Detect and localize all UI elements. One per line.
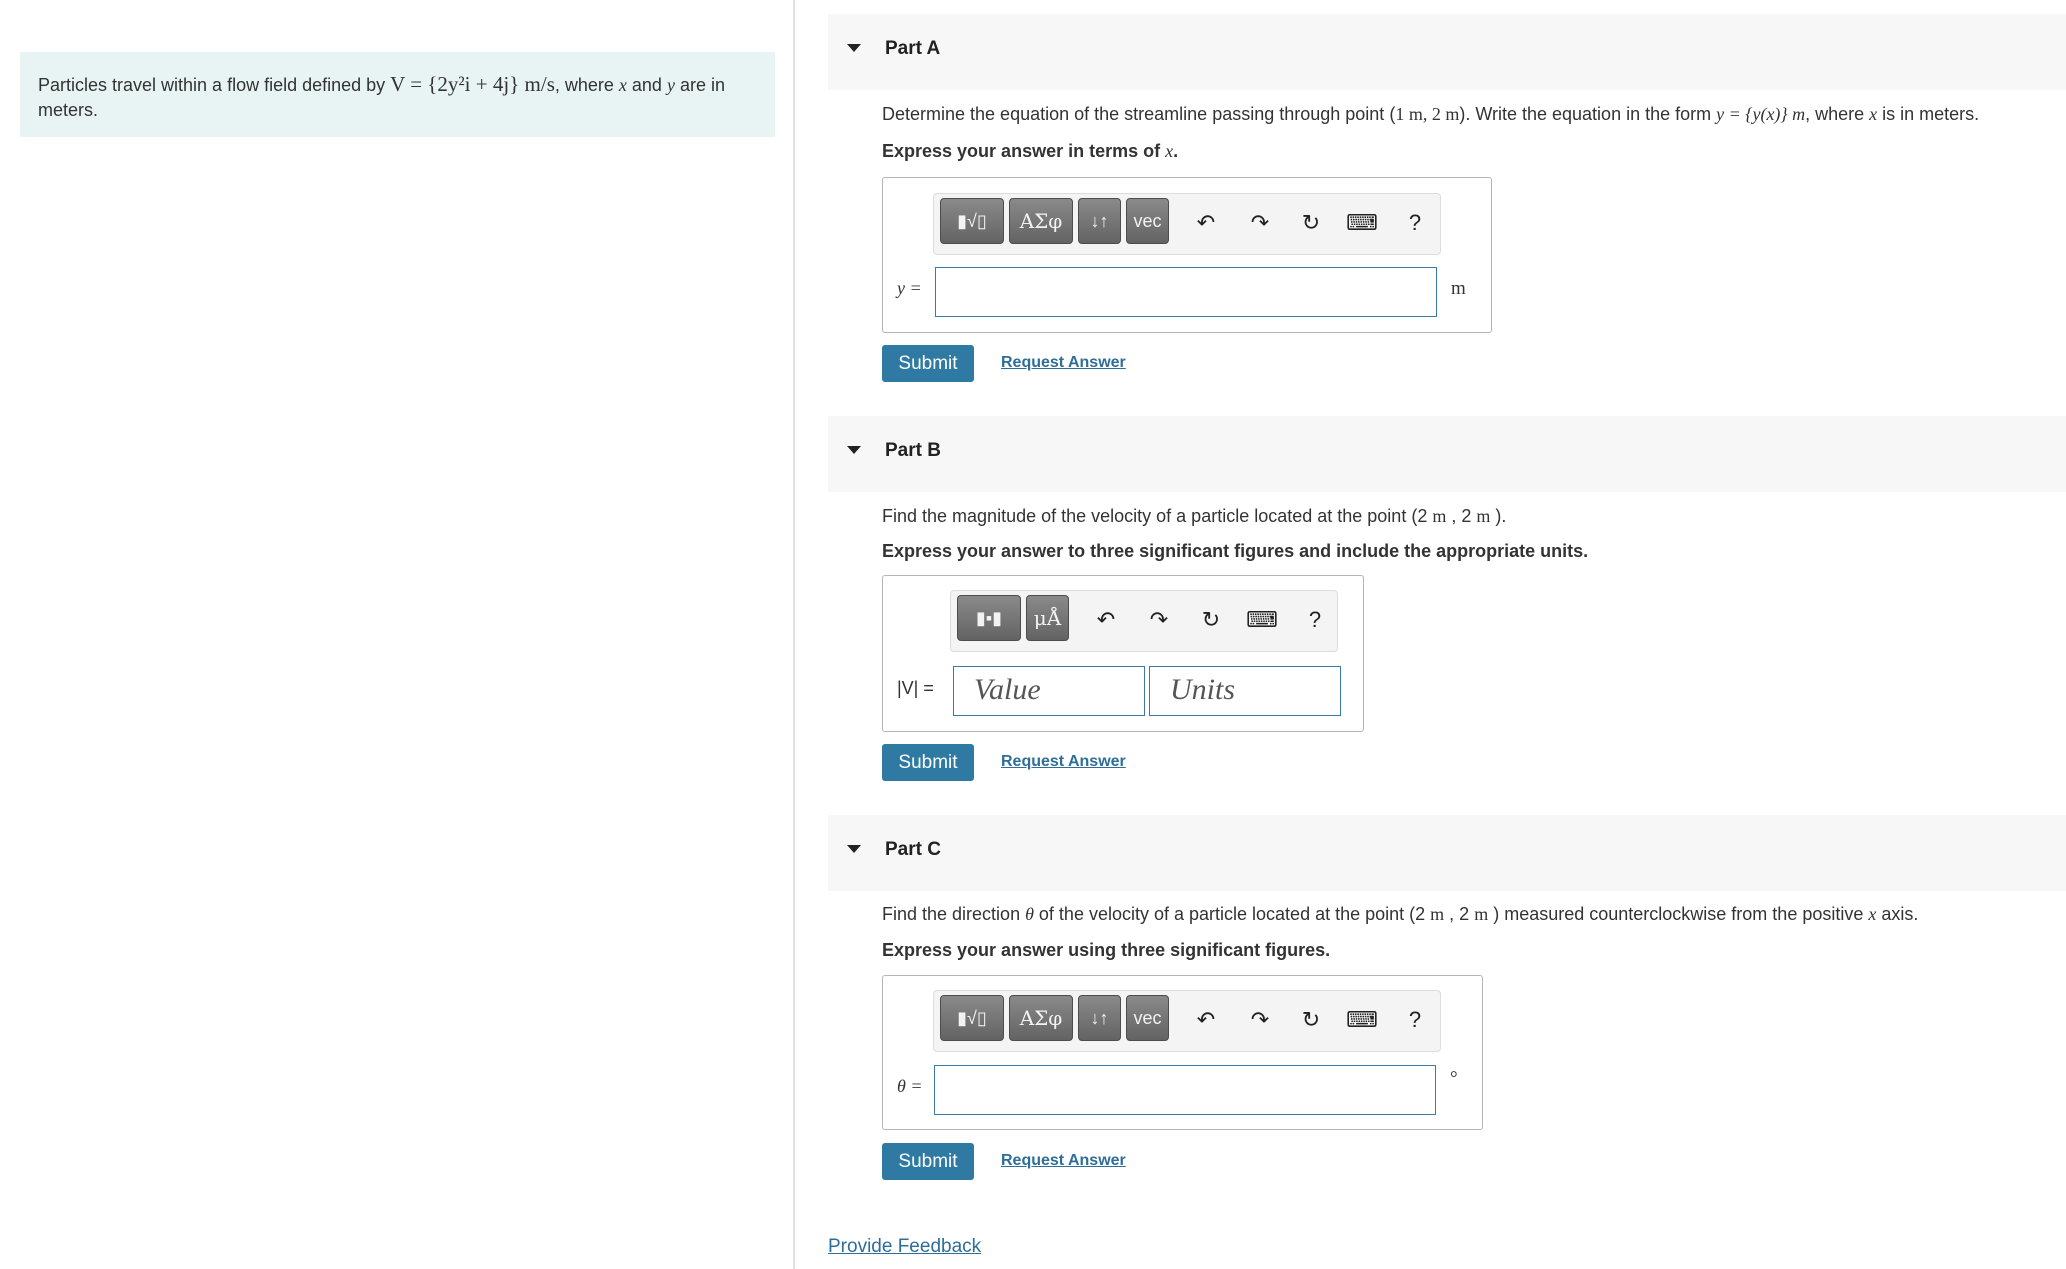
help-icon[interactable]: ?: [1400, 208, 1430, 238]
part-b-submit-button[interactable]: Submit: [882, 744, 974, 781]
collapse-caret-icon[interactable]: [847, 44, 861, 52]
greek-symbols-button[interactable]: ΑΣφ: [1009, 995, 1073, 1041]
part-a-title: Part A: [885, 38, 941, 59]
part-c-answer-box: ▮√▯ ΑΣφ ↓↑ vec ↶ ↷ ↻ ⌨ ? θ = °: [882, 975, 1483, 1130]
part-c-question: Find the direction θ of the velocity of …: [882, 904, 1919, 924]
parts-pane: Part A Determine the equation of the str…: [828, 0, 2066, 1269]
greek-symbols-button[interactable]: ΑΣφ: [1009, 198, 1073, 244]
part-a-submit-button[interactable]: Submit: [882, 345, 974, 382]
units-toolbar: ▮▪▮ μÅ ↶ ↷ ↻ ⌨ ?: [950, 590, 1338, 652]
collapse-caret-icon[interactable]: [847, 845, 861, 853]
part-c-unit: °: [1450, 1068, 1458, 1089]
subscript-superscript-button[interactable]: ↓↑: [1078, 198, 1121, 244]
problem-statement-pane: Particles travel within a flow field def…: [0, 0, 794, 1269]
velocity-formula: V = {2y²i + 4j} m/s: [390, 72, 555, 96]
part-a-request-answer-link[interactable]: Request Answer: [1001, 354, 1126, 372]
units-button[interactable]: μÅ: [1026, 595, 1069, 641]
reset-icon[interactable]: ↻: [1296, 1005, 1326, 1035]
templates-button[interactable]: ▮√▯: [940, 198, 1004, 244]
part-a-header[interactable]: Part A: [828, 14, 2066, 90]
vector-button[interactable]: vec: [1126, 995, 1169, 1041]
part-a-unit: m: [1451, 278, 1466, 299]
collapse-caret-icon[interactable]: [847, 446, 861, 454]
redo-icon[interactable]: ↷: [1245, 1005, 1275, 1035]
pane-divider[interactable]: [793, 0, 795, 1269]
part-c-answer-label: θ =: [897, 1076, 923, 1096]
units-input[interactable]: Units: [1149, 666, 1341, 716]
undo-icon[interactable]: ↶: [1091, 605, 1121, 635]
keyboard-icon[interactable]: ⌨: [1246, 605, 1278, 635]
math-toolbar: ▮√▯ ΑΣφ ↓↑ vec ↶ ↷ ↻ ⌨ ?: [933, 193, 1441, 255]
part-c-instruction: Express your answer using three signific…: [882, 940, 1331, 960]
part-c-request-answer-link[interactable]: Request Answer: [1001, 1152, 1126, 1170]
part-b-request-answer-link[interactable]: Request Answer: [1001, 753, 1126, 771]
help-icon[interactable]: ?: [1400, 1005, 1430, 1035]
undo-icon[interactable]: ↶: [1191, 1005, 1221, 1035]
part-a-answer-box: ▮√▯ ΑΣφ ↓↑ vec ↶ ↷ ↻ ⌨ ? y = m: [882, 177, 1492, 333]
math-toolbar: ▮√▯ ΑΣφ ↓↑ vec ↶ ↷ ↻ ⌨ ?: [933, 990, 1441, 1052]
part-b-instruction: Express your answer to three significant…: [882, 541, 1589, 561]
part-b-answer-box: ▮▪▮ μÅ ↶ ↷ ↻ ⌨ ? |V| = Value Units: [882, 575, 1364, 732]
keyboard-icon[interactable]: ⌨: [1346, 1005, 1378, 1035]
reset-icon[interactable]: ↻: [1196, 605, 1226, 635]
undo-icon[interactable]: ↶: [1191, 208, 1221, 238]
part-a-question: Determine the equation of the streamline…: [882, 104, 1980, 124]
var-x: x: [618, 75, 627, 95]
part-c-answer-input[interactable]: [934, 1065, 1436, 1115]
var-y: y: [666, 75, 675, 95]
help-icon[interactable]: ?: [1300, 605, 1330, 635]
part-b-header[interactable]: Part B: [828, 416, 2066, 492]
templates-button[interactable]: ▮▪▮: [957, 595, 1021, 641]
part-c-title: Part C: [885, 839, 941, 860]
reset-icon[interactable]: ↻: [1296, 208, 1326, 238]
part-a-instruction: Express your answer in terms of x.: [882, 141, 1179, 161]
part-a-answer-input[interactable]: [935, 267, 1437, 317]
part-c-submit-button[interactable]: Submit: [882, 1143, 974, 1180]
redo-icon[interactable]: ↷: [1245, 208, 1275, 238]
redo-icon[interactable]: ↷: [1144, 605, 1174, 635]
templates-button[interactable]: ▮√▯: [940, 995, 1004, 1041]
part-b-question: Find the magnitude of the velocity of a …: [882, 506, 1507, 526]
keyboard-icon[interactable]: ⌨: [1346, 208, 1378, 238]
subscript-superscript-button[interactable]: ↓↑: [1078, 995, 1121, 1041]
value-input[interactable]: Value: [953, 666, 1145, 716]
part-c-header[interactable]: Part C: [828, 815, 2066, 891]
intro-text: Particles travel within a flow field def…: [38, 75, 391, 95]
vector-button[interactable]: vec: [1126, 198, 1169, 244]
provide-feedback-link[interactable]: Provide Feedback: [828, 1236, 981, 1258]
part-b-title: Part B: [885, 440, 941, 461]
problem-statement: Particles travel within a flow field def…: [20, 52, 775, 137]
part-b-answer-label: |V| =: [897, 678, 934, 698]
part-a-answer-label: y =: [897, 278, 922, 298]
